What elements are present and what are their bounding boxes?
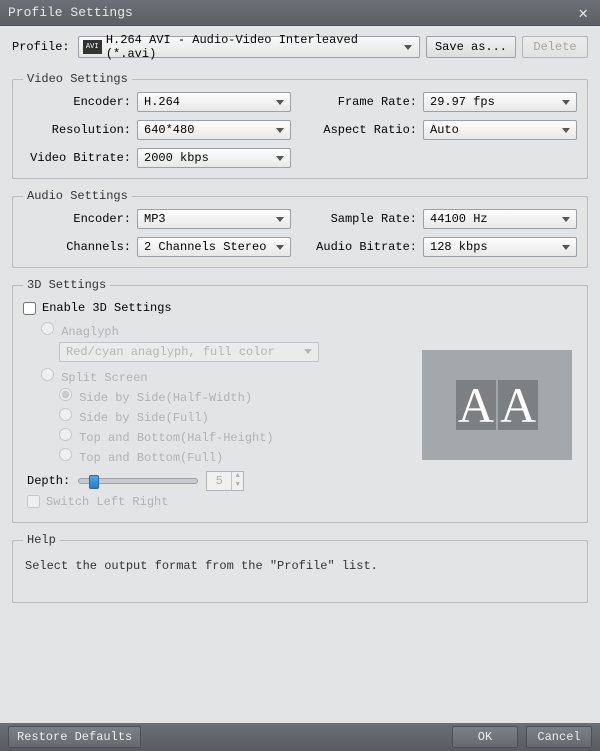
anaglyph-mode-value: Red/cyan anaglyph, full color <box>66 345 275 359</box>
anaglyph-radio: Anaglyph <box>41 322 417 339</box>
sample-rate-select[interactable]: 44100 Hz <box>423 209 577 229</box>
title-bar: Profile Settings ✕ <box>0 0 600 26</box>
switch-lr-input <box>27 495 40 508</box>
sbs-half-radio: Side by Side(Half-Width) <box>59 388 417 405</box>
split-screen-label: Split Screen <box>61 371 147 385</box>
help-legend: Help <box>23 533 60 547</box>
audio-bitrate-select[interactable]: 128 kbps <box>423 237 577 257</box>
enable-3d-label: Enable 3D Settings <box>42 301 172 315</box>
3d-settings-group: 3D Settings Enable 3D Settings Anaglyph … <box>12 278 588 523</box>
video-bitrate-value: 2000 kbps <box>144 151 209 165</box>
profile-row: Profile: AVI H.264 AVI - Audio-Video Int… <box>12 36 588 58</box>
chevron-down-icon <box>276 100 284 105</box>
resolution-label: Resolution: <box>23 123 131 137</box>
profile-select[interactable]: AVI H.264 AVI - Audio-Video Interleaved … <box>78 36 420 58</box>
window-title: Profile Settings <box>8 5 133 20</box>
spinner-up-icon: ▲ <box>232 472 243 481</box>
chevron-down-icon <box>404 45 412 50</box>
audio-bitrate-value: 128 kbps <box>430 240 488 254</box>
spinner-down-icon: ▼ <box>232 481 243 490</box>
depth-slider <box>78 478 198 484</box>
depth-label: Depth: <box>27 474 70 488</box>
enable-3d-checkbox[interactable]: Enable 3D Settings <box>23 301 172 315</box>
chevron-down-icon <box>562 245 570 250</box>
video-encoder-value: H.264 <box>144 95 180 109</box>
help-group: Help Select the output format from the "… <box>12 533 588 603</box>
help-text: Select the output format from the "Profi… <box>25 559 575 573</box>
sbs-full-input <box>59 408 72 421</box>
tab-half-input <box>59 428 72 441</box>
video-settings-group: Video Settings Encoder: H.264 Frame Rate… <box>12 72 588 179</box>
chevron-down-icon <box>562 217 570 222</box>
sbs-half-input <box>59 388 72 401</box>
ok-button[interactable]: OK <box>452 726 518 748</box>
depth-spinner: 5 ▲▼ <box>206 471 244 491</box>
frame-rate-value: 29.97 fps <box>430 95 495 109</box>
video-legend: Video Settings <box>23 72 132 86</box>
sample-rate-label: Sample Rate: <box>309 212 417 226</box>
sbs-half-label: Side by Side(Half-Width) <box>79 391 252 405</box>
save-as-button[interactable]: Save as... <box>426 36 516 58</box>
preview-left: A <box>456 380 496 430</box>
close-icon[interactable]: ✕ <box>574 3 592 23</box>
tab-full-radio: Top and Bottom(Full) <box>59 448 417 465</box>
switch-lr-label: Switch Left Right <box>46 495 168 509</box>
profile-value: H.264 AVI - Audio-Video Interleaved (*.a… <box>106 33 404 61</box>
tab-half-radio: Top and Bottom(Half-Height) <box>59 428 417 445</box>
video-encoder-label: Encoder: <box>23 95 131 109</box>
chevron-down-icon <box>276 217 284 222</box>
tab-full-input <box>59 448 72 461</box>
slider-thumb <box>89 475 99 489</box>
split-screen-radio: Split Screen <box>41 368 417 385</box>
tab-full-label: Top and Bottom(Full) <box>79 451 223 465</box>
split-screen-input <box>41 368 54 381</box>
chevron-down-icon <box>276 245 284 250</box>
3d-legend: 3D Settings <box>23 278 110 292</box>
resolution-select[interactable]: 640*480 <box>137 120 291 140</box>
audio-encoder-label: Encoder: <box>23 212 131 226</box>
channels-select[interactable]: 2 Channels Stereo <box>137 237 291 257</box>
resolution-value: 640*480 <box>144 123 194 137</box>
frame-rate-label: Frame Rate: <box>309 95 417 109</box>
restore-defaults-button[interactable]: Restore Defaults <box>8 726 141 748</box>
sample-rate-value: 44100 Hz <box>430 212 488 226</box>
depth-value: 5 <box>207 472 231 490</box>
aspect-ratio-label: Aspect Ratio: <box>309 123 417 137</box>
anaglyph-input <box>41 322 54 335</box>
audio-encoder-select[interactable]: MP3 <box>137 209 291 229</box>
chevron-down-icon <box>276 128 284 133</box>
frame-rate-select[interactable]: 29.97 fps <box>423 92 577 112</box>
aspect-ratio-select[interactable]: Auto <box>423 120 577 140</box>
switch-lr-checkbox: Switch Left Right <box>27 495 168 509</box>
video-bitrate-select[interactable]: 2000 kbps <box>137 148 291 168</box>
cancel-button[interactable]: Cancel <box>526 726 592 748</box>
delete-button: Delete <box>522 36 588 58</box>
tab-half-label: Top and Bottom(Half-Height) <box>79 431 273 445</box>
profile-label: Profile: <box>12 40 70 54</box>
avi-icon: AVI <box>83 40 102 54</box>
anaglyph-label: Anaglyph <box>61 325 119 339</box>
aspect-ratio-value: Auto <box>430 123 459 137</box>
footer-bar: Restore Defaults OK Cancel <box>0 723 600 751</box>
anaglyph-mode-select: Red/cyan anaglyph, full color <box>59 342 319 362</box>
video-bitrate-label: Video Bitrate: <box>23 151 131 165</box>
sbs-full-label: Side by Side(Full) <box>79 411 209 425</box>
content-area: Profile: AVI H.264 AVI - Audio-Video Int… <box>0 26 600 723</box>
video-encoder-select[interactable]: H.264 <box>137 92 291 112</box>
enable-3d-input[interactable] <box>23 302 36 315</box>
channels-label: Channels: <box>23 240 131 254</box>
audio-encoder-value: MP3 <box>144 212 166 226</box>
sbs-full-radio: Side by Side(Full) <box>59 408 417 425</box>
audio-bitrate-label: Audio Bitrate: <box>309 240 417 254</box>
3d-preview: A A <box>422 350 572 460</box>
channels-value: 2 Channels Stereo <box>144 240 266 254</box>
chevron-down-icon <box>562 100 570 105</box>
audio-settings-group: Audio Settings Encoder: MP3 Sample Rate:… <box>12 189 588 268</box>
audio-legend: Audio Settings <box>23 189 132 203</box>
chevron-down-icon <box>304 349 312 354</box>
chevron-down-icon <box>276 156 284 161</box>
preview-right: A <box>498 380 538 430</box>
chevron-down-icon <box>562 128 570 133</box>
